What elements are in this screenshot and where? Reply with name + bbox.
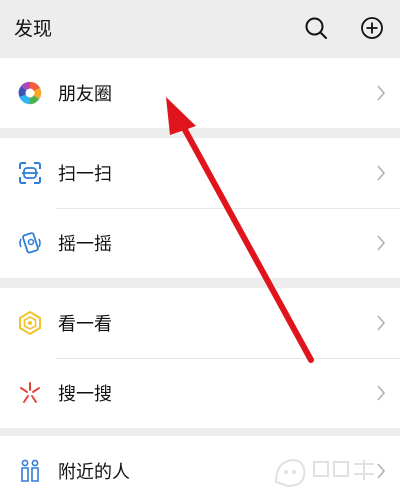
menu-item-label: 附近的人 [58, 462, 130, 483]
chevron-right-icon [377, 85, 386, 101]
menu-item-moments[interactable]: 朋友圈 [0, 58, 400, 128]
search-icon[interactable] [300, 12, 332, 44]
menu-item-scan[interactable]: 扫一扫 [0, 138, 400, 208]
menu-group-scan-shake: 扫一扫 摇一摇 [0, 138, 400, 278]
chevron-right-icon [377, 235, 386, 251]
menu-item-top-stories[interactable]: 看一看 [0, 288, 400, 358]
chevron-right-icon [377, 385, 386, 401]
scan-icon [19, 162, 41, 184]
row-divider [56, 208, 400, 209]
menu-item-label: 扫一扫 [58, 164, 112, 185]
search-sparkle-icon [20, 382, 40, 403]
row-divider [56, 358, 400, 359]
menu-group-look-search: 看一看 搜一搜 [0, 288, 400, 428]
add-circle-icon[interactable] [356, 12, 388, 44]
menu-item-label: 朋友圈 [58, 84, 112, 105]
shake-icon [19, 232, 41, 254]
header-bar: 发现 [0, 0, 400, 58]
chevron-right-icon [377, 315, 386, 331]
top-stories-icon [19, 310, 41, 336]
menu-item-shake[interactable]: 摇一摇 [0, 208, 400, 278]
moments-icon [18, 81, 42, 105]
menu-group-moments: 朋友圈 [0, 58, 400, 128]
menu-item-label: 看一看 [58, 314, 112, 335]
menu-item-label: 搜一搜 [58, 384, 112, 405]
chevron-right-icon [377, 165, 386, 181]
menu-item-search[interactable]: 搜一搜 [0, 358, 400, 428]
discover-screen: 发现 朋友圈 扫一扫 摇一摇 看一看 搜一搜 附近的人 [0, 0, 400, 500]
people-nearby-icon [21, 459, 39, 482]
menu-item-label: 摇一摇 [58, 234, 112, 255]
watermark-logo-icon [274, 458, 374, 488]
page-title: 发现 [14, 18, 53, 40]
